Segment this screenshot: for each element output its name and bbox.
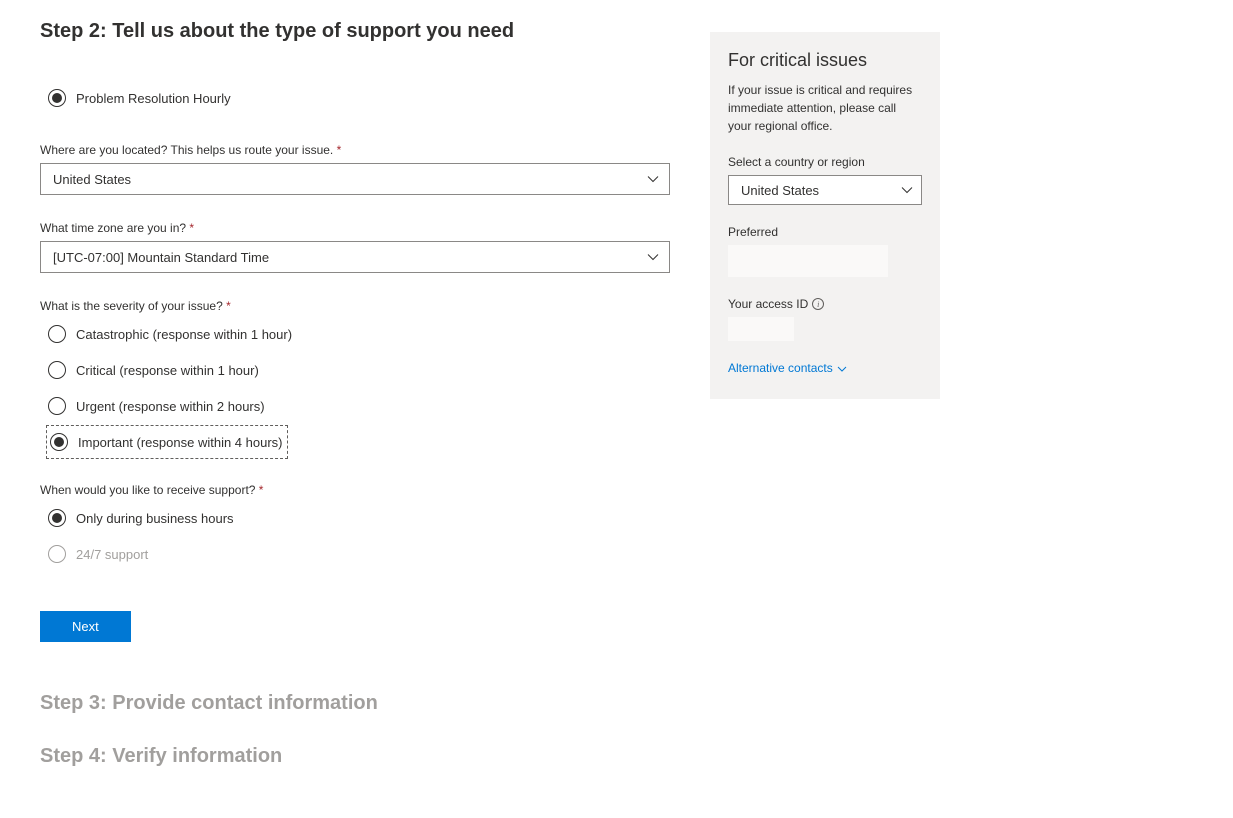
location-select-value: United States bbox=[53, 172, 131, 187]
radio-label: Problem Resolution Hourly bbox=[76, 91, 231, 106]
radio-icon bbox=[48, 89, 66, 107]
info-icon[interactable]: i bbox=[812, 298, 824, 310]
step-3-title: Step 3: Provide contact information bbox=[40, 692, 670, 715]
severity-label: What is the severity of your issue? * bbox=[40, 299, 670, 313]
timezone-label: What time zone are you in? * bbox=[40, 221, 670, 235]
support-type-group: Problem Resolution Hourly bbox=[48, 83, 670, 113]
radio-icon bbox=[48, 361, 66, 379]
step-4-title: Step 4: Verify information bbox=[40, 745, 670, 768]
timezone-select[interactable]: [UTC-07:00] Mountain Standard Time bbox=[40, 241, 670, 273]
preferred-label: Preferred bbox=[728, 225, 922, 239]
critical-issues-panel: For critical issues If your issue is cri… bbox=[710, 32, 940, 399]
timezone-select-value: [UTC-07:00] Mountain Standard Time bbox=[53, 250, 269, 265]
radio-icon bbox=[48, 509, 66, 527]
support-hours-radio-list: Only during business hours 24/7 support bbox=[48, 503, 670, 569]
radio-icon bbox=[50, 433, 68, 451]
next-button[interactable]: Next bbox=[40, 611, 131, 642]
side-country-select[interactable]: United States bbox=[728, 175, 922, 205]
chevron-down-icon bbox=[647, 175, 659, 183]
radio-icon bbox=[48, 545, 66, 563]
preferred-field: Preferred bbox=[728, 225, 922, 277]
radio-severity-urgent[interactable]: Urgent (response within 2 hours) bbox=[48, 391, 670, 421]
location-label: Where are you located? This helps us rou… bbox=[40, 143, 670, 157]
radio-icon bbox=[48, 325, 66, 343]
radio-severity-important[interactable]: Important (response within 4 hours) bbox=[48, 427, 286, 457]
location-select[interactable]: United States bbox=[40, 163, 670, 195]
radio-problem-resolution-hourly[interactable]: Problem Resolution Hourly bbox=[48, 83, 670, 113]
side-panel-description: If your issue is critical and requires i… bbox=[728, 81, 922, 135]
chevron-down-icon bbox=[837, 361, 847, 375]
radio-icon bbox=[48, 397, 66, 415]
alternative-contacts-link[interactable]: Alternative contacts bbox=[728, 361, 922, 375]
side-panel-title: For critical issues bbox=[728, 50, 922, 71]
access-id-field: Your access ID i bbox=[728, 297, 922, 341]
chevron-down-icon bbox=[647, 253, 659, 261]
chevron-down-icon bbox=[901, 186, 913, 194]
severity-field: What is the severity of your issue? * Ca… bbox=[40, 299, 670, 457]
radio-business-hours[interactable]: Only during business hours bbox=[48, 503, 670, 533]
radio-24-7-support: 24/7 support bbox=[48, 539, 670, 569]
access-id-value-placeholder bbox=[728, 317, 794, 341]
support-hours-label: When would you like to receive support? … bbox=[40, 483, 670, 497]
side-country-label: Select a country or region bbox=[728, 155, 922, 169]
main-form-column: Step 2: Tell us about the type of suppor… bbox=[40, 20, 670, 798]
location-field: Where are you located? This helps us rou… bbox=[40, 143, 670, 195]
timezone-field: What time zone are you in? * [UTC-07:00]… bbox=[40, 221, 670, 273]
support-hours-field: When would you like to receive support? … bbox=[40, 483, 670, 569]
access-id-label: Your access ID bbox=[728, 297, 808, 311]
preferred-value-placeholder bbox=[728, 245, 888, 277]
severity-radio-list: Catastrophic (response within 1 hour) Cr… bbox=[48, 319, 670, 457]
side-country-value: United States bbox=[741, 183, 819, 198]
radio-severity-catastrophic[interactable]: Catastrophic (response within 1 hour) bbox=[48, 319, 670, 349]
radio-severity-critical[interactable]: Critical (response within 1 hour) bbox=[48, 355, 670, 385]
step-2-title: Step 2: Tell us about the type of suppor… bbox=[40, 20, 670, 43]
